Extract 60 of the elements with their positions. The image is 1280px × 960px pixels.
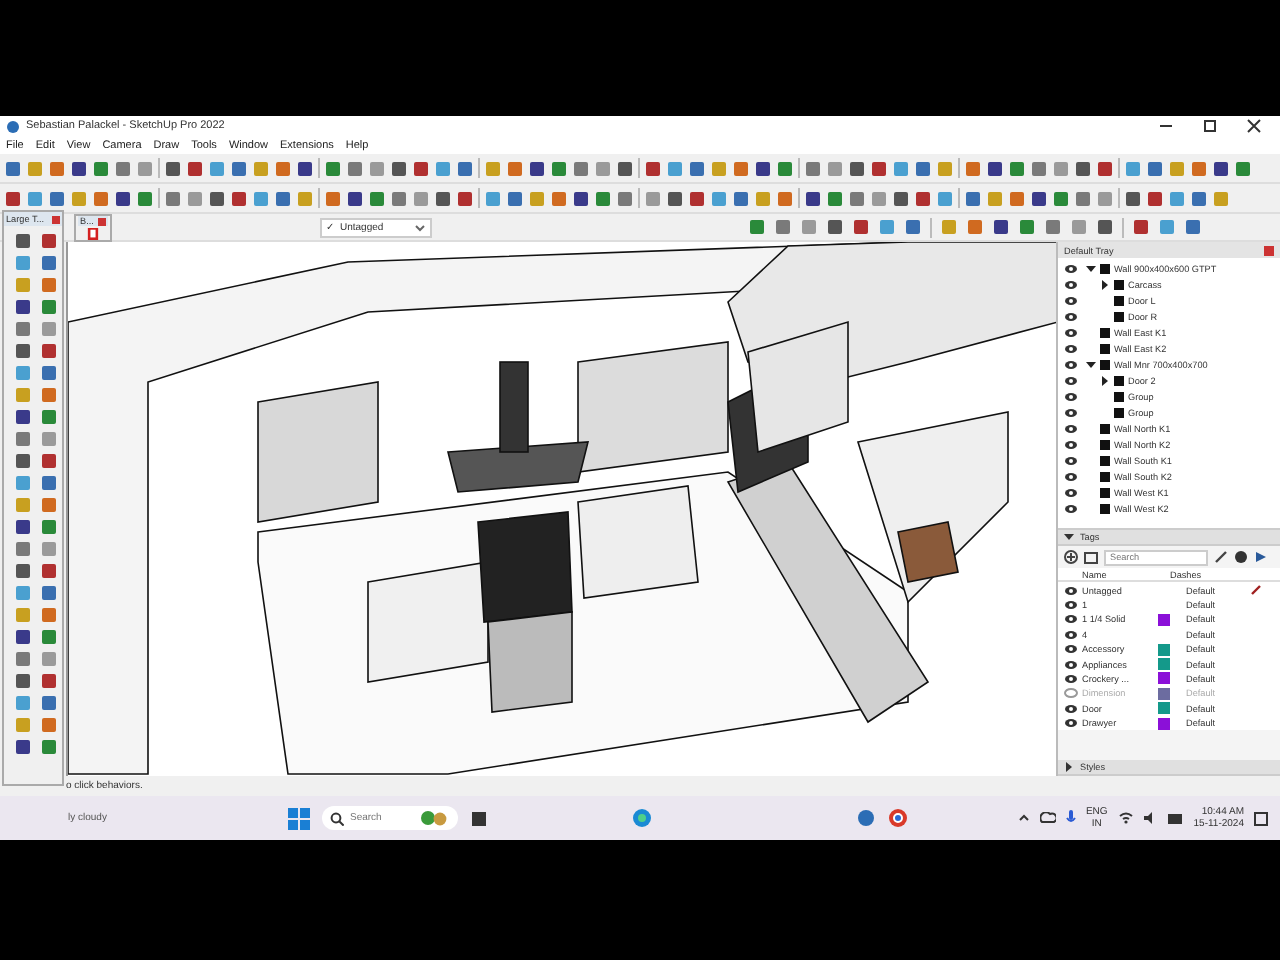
add-tag-icon[interactable]	[1064, 550, 1078, 564]
eye-icon	[1064, 375, 1078, 385]
eye-icon	[1064, 423, 1078, 433]
color-icon[interactable]	[1234, 550, 1248, 564]
close-icon[interactable]	[1246, 118, 1262, 134]
battery-icon[interactable]	[1167, 813, 1184, 823]
color-swatch[interactable]	[1158, 717, 1170, 730]
eye-icon	[1064, 311, 1078, 321]
eye-icon	[1064, 487, 1078, 497]
windows-start-icon[interactable]	[288, 807, 310, 829]
collapsed-arrow-icon[interactable]	[1100, 279, 1110, 289]
eye-icon	[1064, 471, 1078, 481]
browser-icon[interactable]	[632, 808, 652, 828]
eye-icon	[1064, 295, 1078, 305]
collapsed-arrow-icon[interactable]	[1064, 762, 1074, 772]
folder-icon[interactable]	[1084, 550, 1098, 564]
eye-icon	[1064, 407, 1078, 417]
expanded-arrow-icon[interactable]	[1064, 532, 1074, 542]
color-swatch[interactable]	[1158, 613, 1170, 626]
color-swatch[interactable]	[1158, 687, 1170, 700]
notification-icon[interactable]	[1254, 811, 1268, 825]
eye-icon	[1064, 263, 1078, 273]
eye-icon	[1064, 327, 1078, 337]
expanded-arrow-icon[interactable]	[1086, 359, 1096, 369]
color-swatch[interactable]	[1158, 658, 1170, 671]
collapsed-arrow-icon[interactable]	[1100, 375, 1110, 385]
expanded-arrow-icon[interactable]	[1086, 263, 1096, 273]
cloud-icon[interactable]	[1039, 812, 1056, 824]
color-swatch[interactable]	[1158, 643, 1170, 656]
maximize-icon[interactable]	[1202, 118, 1218, 134]
speaker-icon[interactable]	[1143, 812, 1158, 824]
app-logo-icon	[6, 119, 20, 133]
arrow-icon[interactable]	[1254, 550, 1268, 564]
eye-icon	[1064, 455, 1078, 465]
color-swatch[interactable]	[1158, 702, 1170, 715]
color-swatch[interactable]	[1158, 672, 1170, 685]
task-view-icon[interactable]	[470, 809, 488, 827]
chevron-up-icon[interactable]	[1017, 812, 1030, 824]
eye-icon	[1064, 503, 1078, 513]
eye-icon[interactable]	[1064, 673, 1078, 684]
eye-icon[interactable]	[1064, 599, 1078, 610]
eye-icon	[1064, 343, 1078, 353]
eye-icon[interactable]	[1064, 644, 1078, 655]
eye-icon	[1064, 439, 1078, 449]
eye-icon[interactable]	[1064, 629, 1078, 640]
eye-icon	[1064, 279, 1078, 289]
eye-icon[interactable]	[1064, 703, 1078, 714]
search-icon	[330, 811, 344, 825]
eye-icon[interactable]	[1064, 614, 1078, 625]
eye-icon	[1064, 391, 1078, 401]
dropdown-caret-icon	[414, 221, 426, 233]
app-logo-icon[interactable]	[856, 808, 876, 828]
document-icon[interactable]	[86, 228, 100, 240]
eye-icon[interactable]	[1064, 585, 1078, 596]
pencil-icon[interactable]	[1214, 550, 1228, 564]
eye-icon	[1064, 359, 1078, 369]
wifi-icon[interactable]	[1117, 812, 1134, 824]
microphone-icon[interactable]	[1065, 810, 1076, 826]
eye-icon[interactable]	[1064, 659, 1078, 670]
eye-icon[interactable]	[1064, 718, 1078, 729]
